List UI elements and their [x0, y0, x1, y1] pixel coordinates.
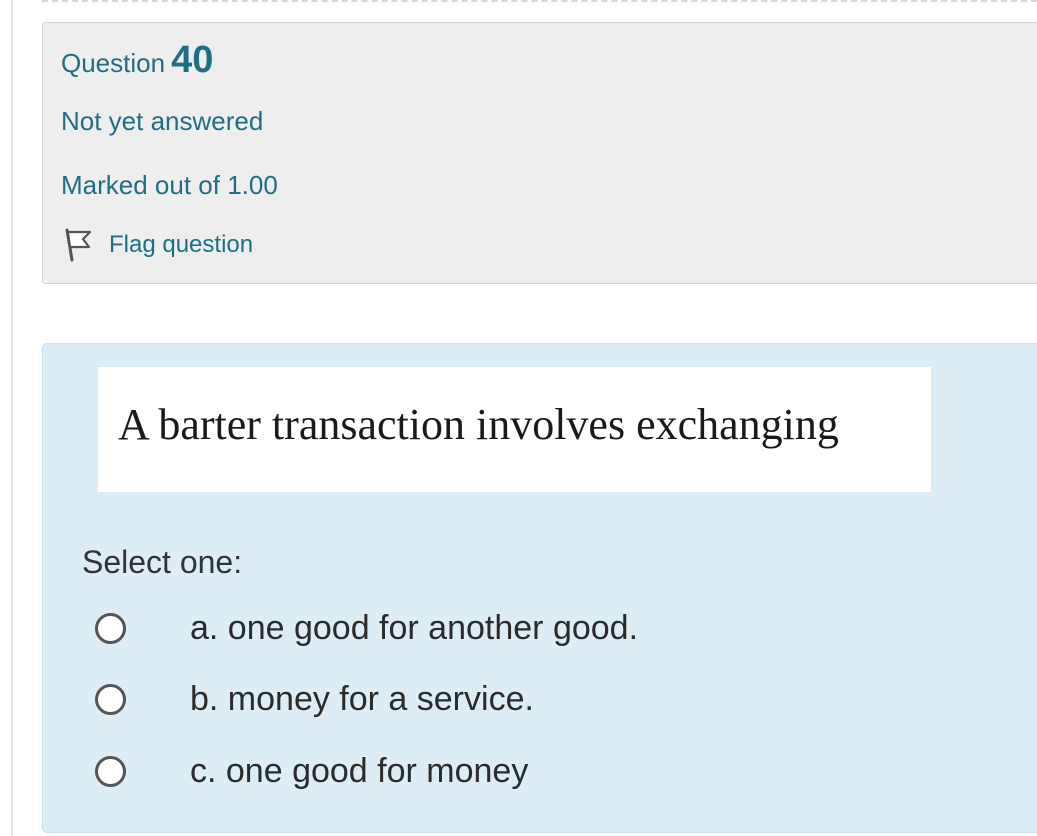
- question-word: Question: [61, 48, 166, 78]
- question-heading: Question 40: [61, 39, 213, 82]
- answer-option-b[interactable]: b. money for a service.: [95, 680, 534, 719]
- answer-option-a[interactable]: a. one good for another good.: [95, 609, 638, 648]
- question-text: A barter transaction involves exchanging: [118, 400, 839, 449]
- radio-button-b[interactable]: [95, 684, 126, 715]
- answer-option-label: c. one good for money: [190, 752, 529, 790]
- top-dashed-divider: [42, 0, 1037, 2]
- answer-option-c[interactable]: c. one good for money: [95, 752, 528, 791]
- select-one-prompt: Select one:: [82, 544, 243, 580]
- question-grade: Marked out of 1.00: [61, 170, 278, 200]
- radio-button-a[interactable]: [95, 613, 126, 644]
- question-content-panel: A barter transaction involves exchanging…: [42, 343, 1037, 833]
- question-state: Not yet answered: [61, 106, 264, 136]
- quiz-page: Question 40 Not yet answered Marked out o…: [0, 0, 1037, 836]
- flag-question-link[interactable]: Flag question: [63, 228, 253, 262]
- answer-option-label: a. one good for another good.: [190, 609, 639, 647]
- radio-button-c[interactable]: [95, 756, 126, 787]
- question-info-panel: Question 40 Not yet answered Marked out o…: [42, 22, 1037, 284]
- flag-question-label: Flag question: [109, 231, 254, 258]
- flag-icon: [65, 228, 92, 262]
- question-number: 40: [171, 39, 214, 81]
- left-border: [11, 0, 13, 836]
- answer-option-label: b. money for a service.: [190, 680, 534, 718]
- question-text-panel: A barter transaction involves exchanging: [98, 367, 931, 492]
